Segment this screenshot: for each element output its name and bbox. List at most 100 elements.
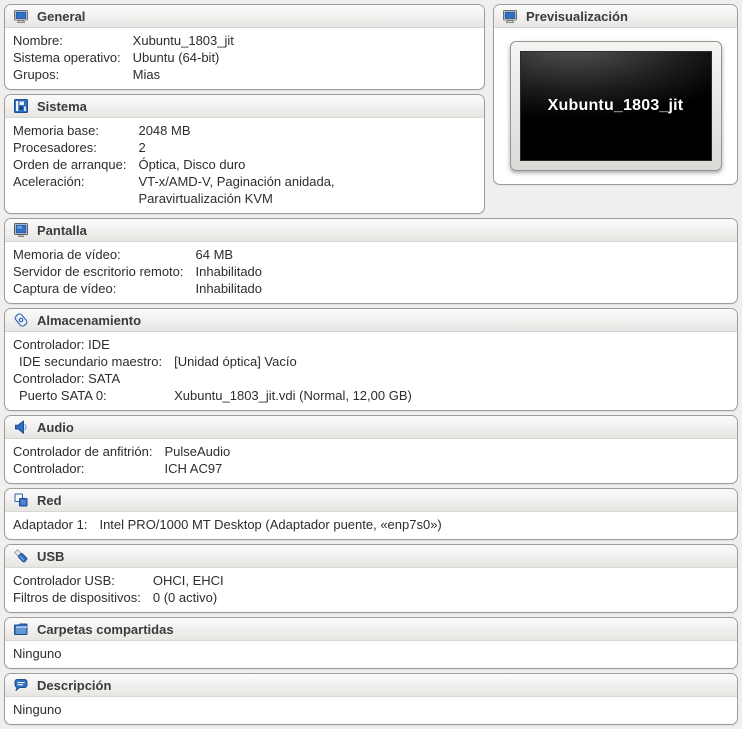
detail-row: Controlador: ICH AC97 [13, 460, 230, 477]
row-value: 64 MB [195, 247, 234, 262]
left-column: General Nombre: Xubuntu_1803_jit Sistema… [4, 4, 485, 214]
chip-icon [14, 99, 28, 113]
section-audio: Audio Controlador de anfitrión: PulseAud… [4, 415, 738, 484]
section-sistema: Sistema Memoria base: 2048 MB Procesador… [4, 94, 485, 214]
section-preview-header[interactable]: Previsualización [494, 5, 737, 28]
section-descripcion-body: Ninguno [5, 697, 737, 724]
section-general-body: Nombre: Xubuntu_1803_jit Sistema operati… [5, 28, 484, 89]
speaker-icon [15, 420, 27, 434]
row-label: Controlador: SATA [13, 371, 121, 386]
row-label: Servidor de escritorio remoto: [13, 264, 184, 279]
detail-row: Aceleración: VT-x/AMD-V, Paginación anid… [13, 173, 378, 207]
network-icon [14, 493, 28, 507]
row-label: Puerto SATA 0: [19, 388, 107, 403]
section-red: Red Adaptador 1: Intel PRO/1000 MT Deskt… [4, 488, 738, 540]
disk-icon [14, 313, 28, 327]
detail-row: Controlador de anfitrión: PulseAudio [13, 443, 230, 460]
section-audio-body: Controlador de anfitrión: PulseAudio Con… [5, 439, 737, 483]
row-label: Captura de vídeo: [13, 281, 117, 296]
section-pantalla-title: Pantalla [37, 222, 87, 238]
detail-row: Sistema operativo: Ubuntu (64-bit) [13, 49, 234, 66]
section-sistema-header[interactable]: Sistema [5, 95, 484, 118]
section-red-body: Adaptador 1: Intel PRO/1000 MT Desktop (… [5, 512, 737, 539]
section-general-title: General [37, 8, 86, 24]
vm-details-pane: General Nombre: Xubuntu_1803_jit Sistema… [0, 0, 742, 729]
detail-row: Memoria de vídeo: 64 MB [13, 246, 262, 263]
detail-row: IDE secundario maestro: [Unidad óptica] … [13, 353, 412, 370]
detail-row: Servidor de escritorio remoto: Inhabilit… [13, 263, 262, 280]
row-label: Procesadores: [13, 140, 97, 155]
row-label: Adaptador 1: [13, 517, 88, 532]
section-sistema-title: Sistema [37, 98, 87, 114]
empty-value: Ninguno [13, 646, 62, 661]
preview-body: Xubuntu_1803_jit [494, 28, 737, 184]
detail-row: Captura de vídeo: Inhabilitado [13, 280, 262, 297]
row-value: OHCI, EHCI [152, 573, 224, 588]
section-almacenamiento-title: Almacenamiento [37, 312, 142, 328]
top-row: General Nombre: Xubuntu_1803_jit Sistema… [4, 4, 738, 214]
row-label: Nombre: [13, 33, 63, 48]
usb-icon [14, 549, 28, 563]
section-usb-title: USB [37, 548, 65, 564]
section-carpetas-compartidas-body: Ninguno [5, 641, 737, 668]
section-audio-header[interactable]: Audio [5, 416, 737, 439]
right-column: Previsualización Xubuntu_1803_jit [493, 4, 738, 185]
folder-icon [14, 623, 28, 635]
row-label: Controlador: [13, 461, 85, 476]
detail-row: Grupos: Mias [13, 66, 234, 83]
row-label: Controlador: IDE [13, 337, 110, 352]
row-label: Grupos: [13, 67, 60, 82]
row-label: Filtros de dispositivos: [13, 590, 141, 605]
row-label: Orden de arranque: [13, 157, 127, 172]
detail-row: Filtros de dispositivos: 0 (0 activo) [13, 589, 224, 606]
row-label: Sistema operativo: [13, 50, 121, 65]
row-label: Memoria de vídeo: [13, 247, 121, 262]
vm-name-text: Xubuntu_1803_jit [547, 97, 684, 114]
section-descripcion-header[interactable]: Descripción [5, 674, 737, 697]
row-value: [Unidad óptica] Vacío [174, 354, 297, 369]
row-value: Xubuntu_1803_jit.vdi (Normal, 12,00 GB) [174, 388, 412, 403]
section-audio-title: Audio [37, 419, 74, 435]
section-carpetas-compartidas-title: Carpetas compartidas [37, 621, 174, 637]
row-label: IDE secundario maestro: [19, 354, 163, 369]
section-almacenamiento-header[interactable]: Almacenamiento [5, 309, 737, 332]
row-value: Inhabilitado [195, 281, 263, 296]
section-usb-header[interactable]: USB [5, 545, 737, 568]
section-red-header[interactable]: Red [5, 489, 737, 512]
row-value: Óptica, Disco duro [138, 157, 246, 172]
section-descripcion: Descripción Ninguno [4, 673, 738, 725]
row-label: Aceleración: [13, 174, 85, 189]
section-pantalla: Pantalla Memoria de vídeo: 64 MB Servido… [4, 218, 738, 304]
row-value: Xubuntu_1803_jit [132, 33, 234, 48]
row-value [174, 370, 412, 387]
section-pantalla-header[interactable]: Pantalla [5, 219, 737, 242]
section-carpetas-compartidas-header[interactable]: Carpetas compartidas [5, 618, 737, 641]
row-label: Controlador de anfitrión: [13, 444, 153, 459]
row-label: Controlador USB: [13, 573, 115, 588]
section-descripcion-title: Descripción [37, 677, 112, 693]
display-icon [14, 223, 28, 237]
detail-row: Ninguno [13, 701, 61, 718]
row-value: 0 (0 activo) [152, 590, 218, 605]
section-carpetas-compartidas: Carpetas compartidas Ninguno [4, 617, 738, 669]
section-usb: USB Controlador USB: OHCI, EHCI Filtros … [4, 544, 738, 613]
detail-row: Controlador USB: OHCI, EHCI [13, 572, 224, 589]
empty-value: Ninguno [13, 702, 62, 717]
section-red-title: Red [37, 492, 62, 508]
section-general-header[interactable]: General [5, 5, 484, 28]
row-value: ICH AC97 [164, 461, 223, 476]
detail-row: Orden de arranque: Óptica, Disco duro [13, 156, 378, 173]
row-value: Inhabilitado [195, 264, 263, 279]
section-almacenamiento: Almacenamiento Controlador: IDE IDE secu… [4, 308, 738, 411]
row-value: PulseAudio [164, 444, 231, 459]
section-usb-body: Controlador USB: OHCI, EHCI Filtros de d… [5, 568, 737, 612]
row-value: 2 [138, 140, 146, 155]
detail-row: Puerto SATA 0: Xubuntu_1803_jit.vdi (Nor… [13, 387, 412, 404]
detail-row: Controlador: IDE [13, 336, 412, 353]
detail-row: Procesadores: 2 [13, 139, 378, 156]
row-value: Ubuntu (64-bit) [132, 50, 220, 65]
detail-row: Nombre: Xubuntu_1803_jit [13, 32, 234, 49]
row-value [174, 336, 412, 353]
section-sistema-body: Memoria base: 2048 MB Procesadores: 2 Or… [5, 118, 484, 213]
row-value: VT-x/AMD-V, Paginación anidada, Paravirt… [138, 174, 335, 206]
